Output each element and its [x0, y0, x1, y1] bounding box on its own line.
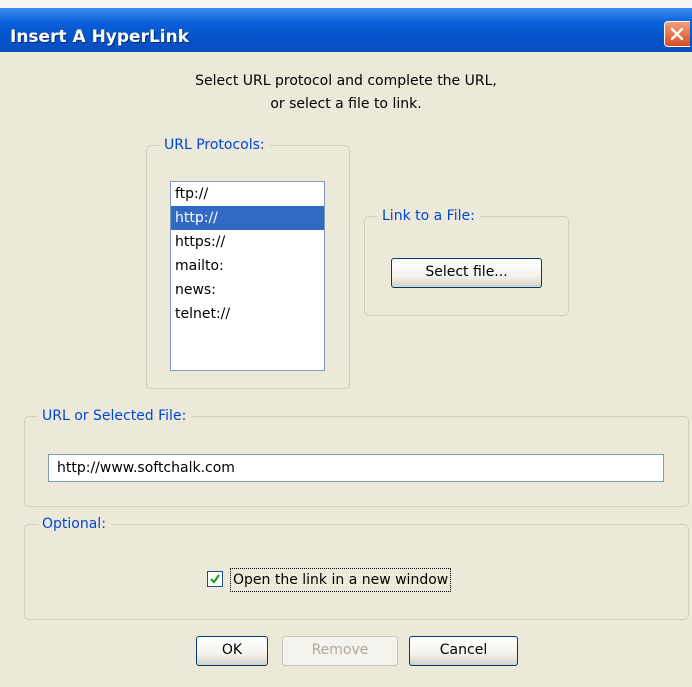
intro-text: Select URL protocol and complete the URL…	[0, 70, 692, 116]
ok-button[interactable]: OK	[196, 636, 268, 666]
dialog-title: Insert A HyperLink	[10, 27, 190, 47]
cancel-button[interactable]: Cancel	[409, 636, 518, 666]
select-file-button[interactable]: Select file...	[391, 258, 542, 288]
url-protocols-list[interactable]: ftp:// http:// https:// mailto: news: te…	[170, 181, 325, 371]
url-field-legend: URL or Selected File:	[37, 407, 192, 425]
list-item-telnet[interactable]: telnet://	[171, 302, 324, 326]
new-window-checkbox[interactable]	[207, 571, 223, 587]
list-item-mailto[interactable]: mailto:	[171, 254, 324, 278]
url-protocols-legend: URL Protocols:	[159, 136, 270, 154]
checkmark-icon	[210, 574, 220, 584]
link-file-legend: Link to a File:	[377, 207, 480, 225]
new-window-label[interactable]: Open the link in a new window	[230, 568, 452, 592]
close-button[interactable]	[664, 21, 690, 47]
list-item-ftp[interactable]: ftp://	[171, 182, 324, 206]
optional-legend: Optional:	[37, 515, 111, 533]
intro-line-2: or select a file to link.	[270, 96, 422, 112]
remove-button[interactable]: Remove	[282, 636, 398, 666]
intro-line-1: Select URL protocol and complete the URL…	[195, 73, 497, 89]
list-item-news[interactable]: news:	[171, 278, 324, 302]
url-input[interactable]: http://www.softchalk.com	[48, 454, 664, 482]
close-icon	[670, 27, 684, 41]
list-item-https[interactable]: https://	[171, 230, 324, 254]
list-item-http[interactable]: http://	[171, 206, 324, 230]
title-bar[interactable]: Insert A HyperLink	[0, 8, 692, 52]
